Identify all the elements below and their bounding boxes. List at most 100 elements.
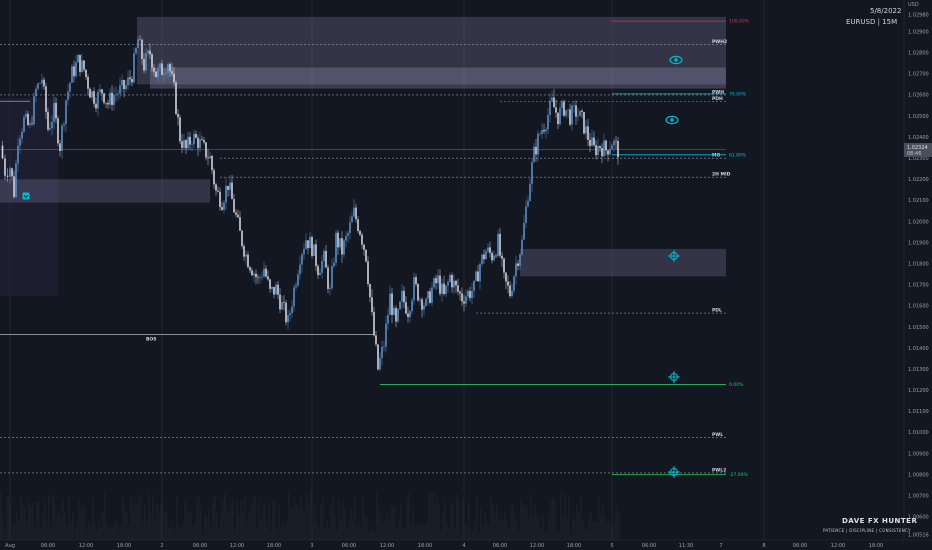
candle-body [233, 199, 235, 213]
volume-bar [298, 509, 300, 540]
candle-body [563, 101, 565, 116]
candle-body [601, 148, 603, 157]
volume-bar [56, 515, 58, 540]
level-label: 2H MID [712, 172, 731, 178]
volume-bar [296, 505, 298, 540]
candle-body [425, 298, 427, 306]
candle-body [23, 116, 25, 132]
volume-bar [150, 513, 152, 540]
candle-body [555, 107, 557, 113]
time-tick-label: 18:00 [117, 543, 131, 549]
candle-body [155, 71, 157, 78]
volume-bar [558, 531, 560, 540]
candle-body [477, 271, 479, 282]
candle-body [379, 358, 381, 370]
candle-body [191, 144, 193, 145]
candle-body [59, 143, 61, 151]
volume-bar [44, 500, 46, 540]
candle-body [461, 293, 463, 302]
volume-bar [324, 527, 326, 540]
volume-bar [430, 493, 432, 540]
volume-bar [590, 511, 592, 540]
volume-bar [536, 515, 538, 540]
volume-bar [130, 494, 132, 540]
candle-body [101, 89, 103, 94]
candle-body [385, 323, 387, 347]
last-price-tag: 1.02324 08:46 [904, 143, 932, 157]
candle-body [55, 102, 57, 119]
volume-bar [616, 505, 618, 540]
price-tick-label: 1.00900 [908, 451, 929, 457]
candle-body [261, 276, 263, 278]
volume-bar [510, 505, 512, 540]
candle-body [411, 300, 413, 312]
candle-body [149, 50, 151, 55]
volume-bar [604, 515, 606, 540]
volume-bar [68, 496, 70, 540]
volume-bar [572, 515, 574, 540]
volume-bar [216, 512, 218, 540]
candle-body [593, 137, 595, 146]
volume-bar [20, 496, 22, 540]
volume-bar [406, 496, 408, 540]
volume-bar [204, 512, 206, 540]
volume-bar [350, 508, 352, 540]
volume-bar [592, 521, 594, 540]
volume-bar [16, 511, 18, 540]
candle-body [193, 133, 195, 145]
volume-bar [494, 514, 496, 540]
volume-bar [182, 523, 184, 540]
candle-body [281, 302, 283, 310]
candle-body [263, 268, 265, 277]
candle-body [557, 112, 559, 125]
volume-bar [554, 499, 556, 540]
time-tick-label: 06:00 [493, 543, 507, 549]
volume-bar [248, 513, 250, 540]
candle-body [317, 266, 319, 276]
volume-bar [62, 498, 64, 540]
candle-body [291, 306, 293, 314]
candle-body [235, 212, 237, 215]
candle-body [49, 128, 51, 130]
volume-bar [404, 529, 406, 540]
candle-body [217, 190, 219, 192]
candle-body [39, 83, 41, 84]
candle-body [33, 96, 35, 124]
candle-body [237, 214, 239, 218]
volume-bar [280, 527, 282, 540]
volume-bar [308, 502, 310, 540]
candlestick-chart[interactable]: PWH2 PWHPDH MO 2H MID PDL BOS PWL PWL2 79.00% 61… [0, 0, 932, 550]
volume-bar [38, 500, 40, 540]
volume-bar [92, 498, 94, 540]
candle-body [6, 175, 9, 177]
time-tick-label: 11:30 [679, 543, 693, 549]
level-label: MO [712, 153, 720, 159]
volume-bar [86, 529, 88, 540]
candle-body [599, 146, 601, 149]
volume-bar [262, 506, 264, 540]
volume-bar [264, 502, 266, 540]
candle-body [95, 103, 97, 109]
volume-bar [190, 511, 192, 540]
volume-bar [78, 498, 80, 540]
time-tick-label: 3 [310, 543, 313, 549]
volume-bar [348, 521, 350, 540]
candle-body [51, 121, 53, 129]
candle-body [453, 280, 455, 288]
volume-bar [132, 508, 134, 540]
volume-bar [478, 531, 480, 540]
volume-bar [448, 529, 450, 540]
candle-body [567, 109, 569, 111]
candle-body [249, 267, 251, 271]
volume-bar [254, 495, 256, 540]
time-tick-label: 12:00 [230, 543, 244, 549]
volume-bar [126, 511, 128, 540]
volume-bar [418, 523, 420, 540]
candle-body [569, 109, 571, 125]
volume-bar [340, 519, 342, 540]
volume-bar [358, 520, 360, 540]
candle-body [377, 344, 379, 370]
volume-bar [66, 526, 68, 540]
volume-bar [442, 512, 444, 540]
volume-bar [90, 524, 92, 540]
